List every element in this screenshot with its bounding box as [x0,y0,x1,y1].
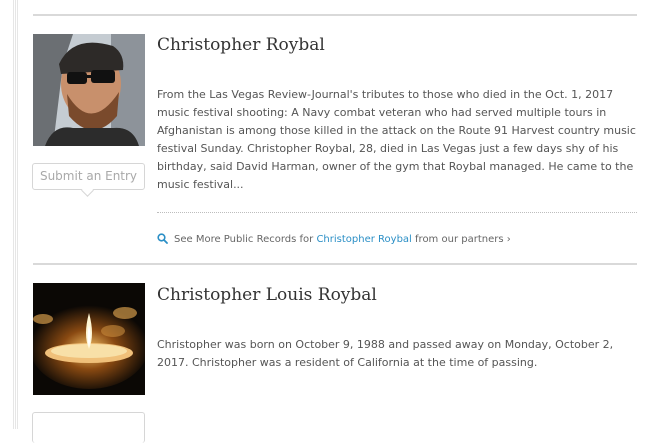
obituary-excerpt: From the Las Vegas Review-Journal's trib… [157,88,636,191]
callout-tail [81,184,94,197]
man-with-sunglasses-photo [33,34,145,146]
entry-divider [33,263,637,265]
dotted-separator [157,212,637,213]
obituary-excerpt: Christopher was born on October 9, 1988 … [157,338,614,369]
submit-entry-label: Submit an Entry [39,169,138,183]
records-suffix[interactable]: from our partners › [415,234,511,245]
submit-entry-button[interactable] [32,412,145,443]
records-name-link[interactable]: Christopher Roybal [316,234,411,245]
profile-photo[interactable] [33,283,145,395]
profile-photo[interactable] [33,34,145,146]
left-border [13,0,18,429]
records-prefix: See More Public Records for [174,234,314,245]
candle-photo [33,283,145,395]
search-icon [157,233,168,247]
entry-divider [33,14,637,16]
public-records-row: See More Public Records for Christopher … [157,233,511,247]
submit-entry-button[interactable]: Submit an Entry [32,163,145,197]
person-name[interactable]: Christopher Louis Roybal [157,285,377,305]
person-name[interactable]: Christopher Roybal [157,35,325,55]
